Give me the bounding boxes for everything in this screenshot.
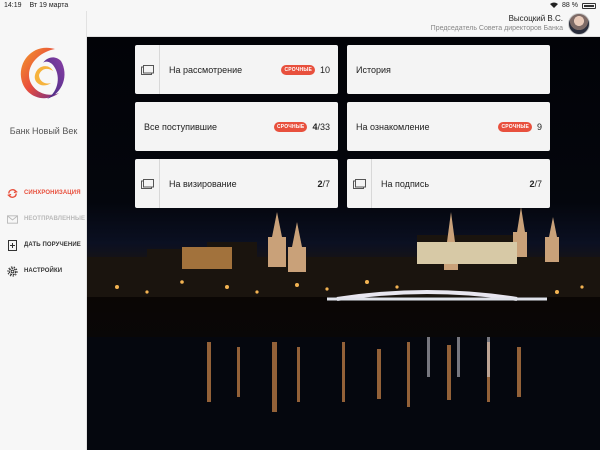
card-title: На ознакомление xyxy=(356,121,430,132)
assign-task-icon xyxy=(6,239,18,251)
card-count-total: /33 xyxy=(317,121,330,132)
folder-icon xyxy=(347,159,372,208)
card-count: 9 xyxy=(536,121,542,132)
bank-logo-icon xyxy=(15,41,69,111)
battery-icon xyxy=(582,2,596,9)
card-title: На рассмотрение xyxy=(169,64,243,75)
card-title: На визирование xyxy=(169,178,237,189)
urgent-badge: СРОЧНЫЕ xyxy=(281,64,315,75)
card-title: На подпись xyxy=(381,178,430,189)
card-all-incoming[interactable]: Все поступившие СРОЧНЫЕ 4/33 xyxy=(135,102,338,151)
user-name: Высоцкий В.С. xyxy=(508,14,563,23)
battery-percent: 88 % xyxy=(562,2,578,9)
card-title: История xyxy=(356,64,391,75)
card-for-visa[interactable]: На визирование 2/7 xyxy=(135,159,338,208)
status-bar: 14:19 Вт 19 марта 88 % xyxy=(0,0,600,11)
status-time: 14:19 xyxy=(4,2,22,9)
sidebar-item-settings[interactable]: НАСТРОЙКИ xyxy=(6,258,85,284)
sidebar-item-unsent[interactable]: НЕОТПРАВЛЕННЫЕ xyxy=(6,206,85,232)
envelope-icon xyxy=(6,213,18,225)
wifi-icon xyxy=(550,2,559,10)
folder-icon xyxy=(135,45,160,94)
user-role: Председатель Совета директоров Банка xyxy=(430,25,563,32)
sidebar: Банк Новый Век СИНХРОНИЗАЦИЯ НЕОТПРАВЛЕН… xyxy=(0,11,87,450)
sync-icon xyxy=(6,187,18,199)
bank-name: Банк Новый Век xyxy=(9,126,78,136)
card-count-total: /7 xyxy=(534,178,542,189)
gear-icon xyxy=(6,265,18,277)
card-count: 4/33 xyxy=(312,122,330,132)
status-date: Вт 19 марта xyxy=(29,2,69,9)
card-history[interactable]: История xyxy=(347,45,550,94)
top-bar: Высоцкий В.С. Председатель Совета директ… xyxy=(87,11,600,37)
urgent-badge: СРОЧНЫЕ xyxy=(498,121,532,132)
background-night-city-image xyxy=(87,37,600,450)
card-for-acquaintance[interactable]: На ознакомление СРОЧНЫЕ 9 xyxy=(347,102,550,151)
sidebar-item-label: ДАТЬ ПОРУЧЕНИЕ xyxy=(24,242,81,248)
sidebar-item-label: СИНХРОНИЗАЦИЯ xyxy=(24,190,81,196)
card-for-signature[interactable]: На подпись 2/7 xyxy=(347,159,550,208)
card-count: 2/7 xyxy=(529,179,542,189)
card-count-total: /7 xyxy=(322,178,330,189)
sidebar-item-sync[interactable]: СИНХРОНИЗАЦИЯ xyxy=(6,180,85,206)
sidebar-item-assign-task[interactable]: ДАТЬ ПОРУЧЕНИЕ xyxy=(6,232,85,258)
card-title: Все поступившие xyxy=(144,121,218,132)
sidebar-item-label: НАСТРОЙКИ xyxy=(24,268,63,274)
sidebar-menu: СИНХРОНИЗАЦИЯ НЕОТПРАВЛЕННЫЕ ДАТЬ ПОРУЧЕ… xyxy=(6,180,85,284)
card-count: 2/7 xyxy=(317,179,330,189)
card-count: 10 xyxy=(319,64,330,75)
sidebar-item-label: НЕОТПРАВЛЕННЫЕ xyxy=(24,216,86,222)
card-for-review[interactable]: На рассмотрение СРОЧНЫЕ 10 xyxy=(135,45,338,94)
avatar[interactable] xyxy=(568,13,590,35)
folder-icon xyxy=(135,159,160,208)
urgent-badge: СРОЧНЫЕ xyxy=(273,121,308,132)
